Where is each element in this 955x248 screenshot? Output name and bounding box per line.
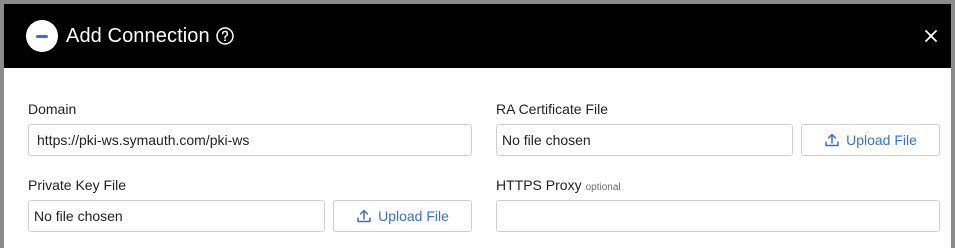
private-key-upload-button[interactable]: Upload File <box>333 200 472 232</box>
ra-certificate-file-field[interactable]: No file chosen <box>496 124 793 156</box>
private-key-file-status: No file chosen <box>34 208 123 224</box>
private-key-label: Private Key File <box>28 177 127 193</box>
upload-icon <box>825 133 839 147</box>
https-proxy-label: HTTPS Proxy optional <box>496 177 621 196</box>
ra-certificate-upload-label: Upload File <box>846 132 917 148</box>
https-proxy-input[interactable] <box>496 200 940 232</box>
private-key-upload-label: Upload File <box>378 208 449 224</box>
dialog-header: Add Connection <box>4 4 951 68</box>
domain-value: https://pki-ws.symauth.com/pki-ws <box>37 132 250 148</box>
ra-certificate-file-status: No file chosen <box>502 132 591 148</box>
https-proxy-label-text: HTTPS Proxy <box>496 177 582 193</box>
domain-label: Domain <box>28 101 77 117</box>
brand-logo <box>26 20 58 52</box>
domain-input[interactable]: https://pki-ws.symauth.com/pki-ws <box>28 124 472 156</box>
optional-tag: optional <box>585 182 621 193</box>
close-icon[interactable] <box>923 28 939 44</box>
ra-certificate-label: RA Certificate File <box>496 101 609 117</box>
upload-icon <box>357 209 371 223</box>
dialog-title: Add Connection <box>66 25 210 47</box>
ra-certificate-upload-button[interactable]: Upload File <box>801 124 940 156</box>
private-key-file-field[interactable]: No file chosen <box>28 200 325 232</box>
brand-logo-mark <box>36 34 48 38</box>
add-connection-dialog: Add Connection Domain https://pki-ws.sym… <box>4 4 951 248</box>
help-circle-icon[interactable] <box>215 26 235 46</box>
